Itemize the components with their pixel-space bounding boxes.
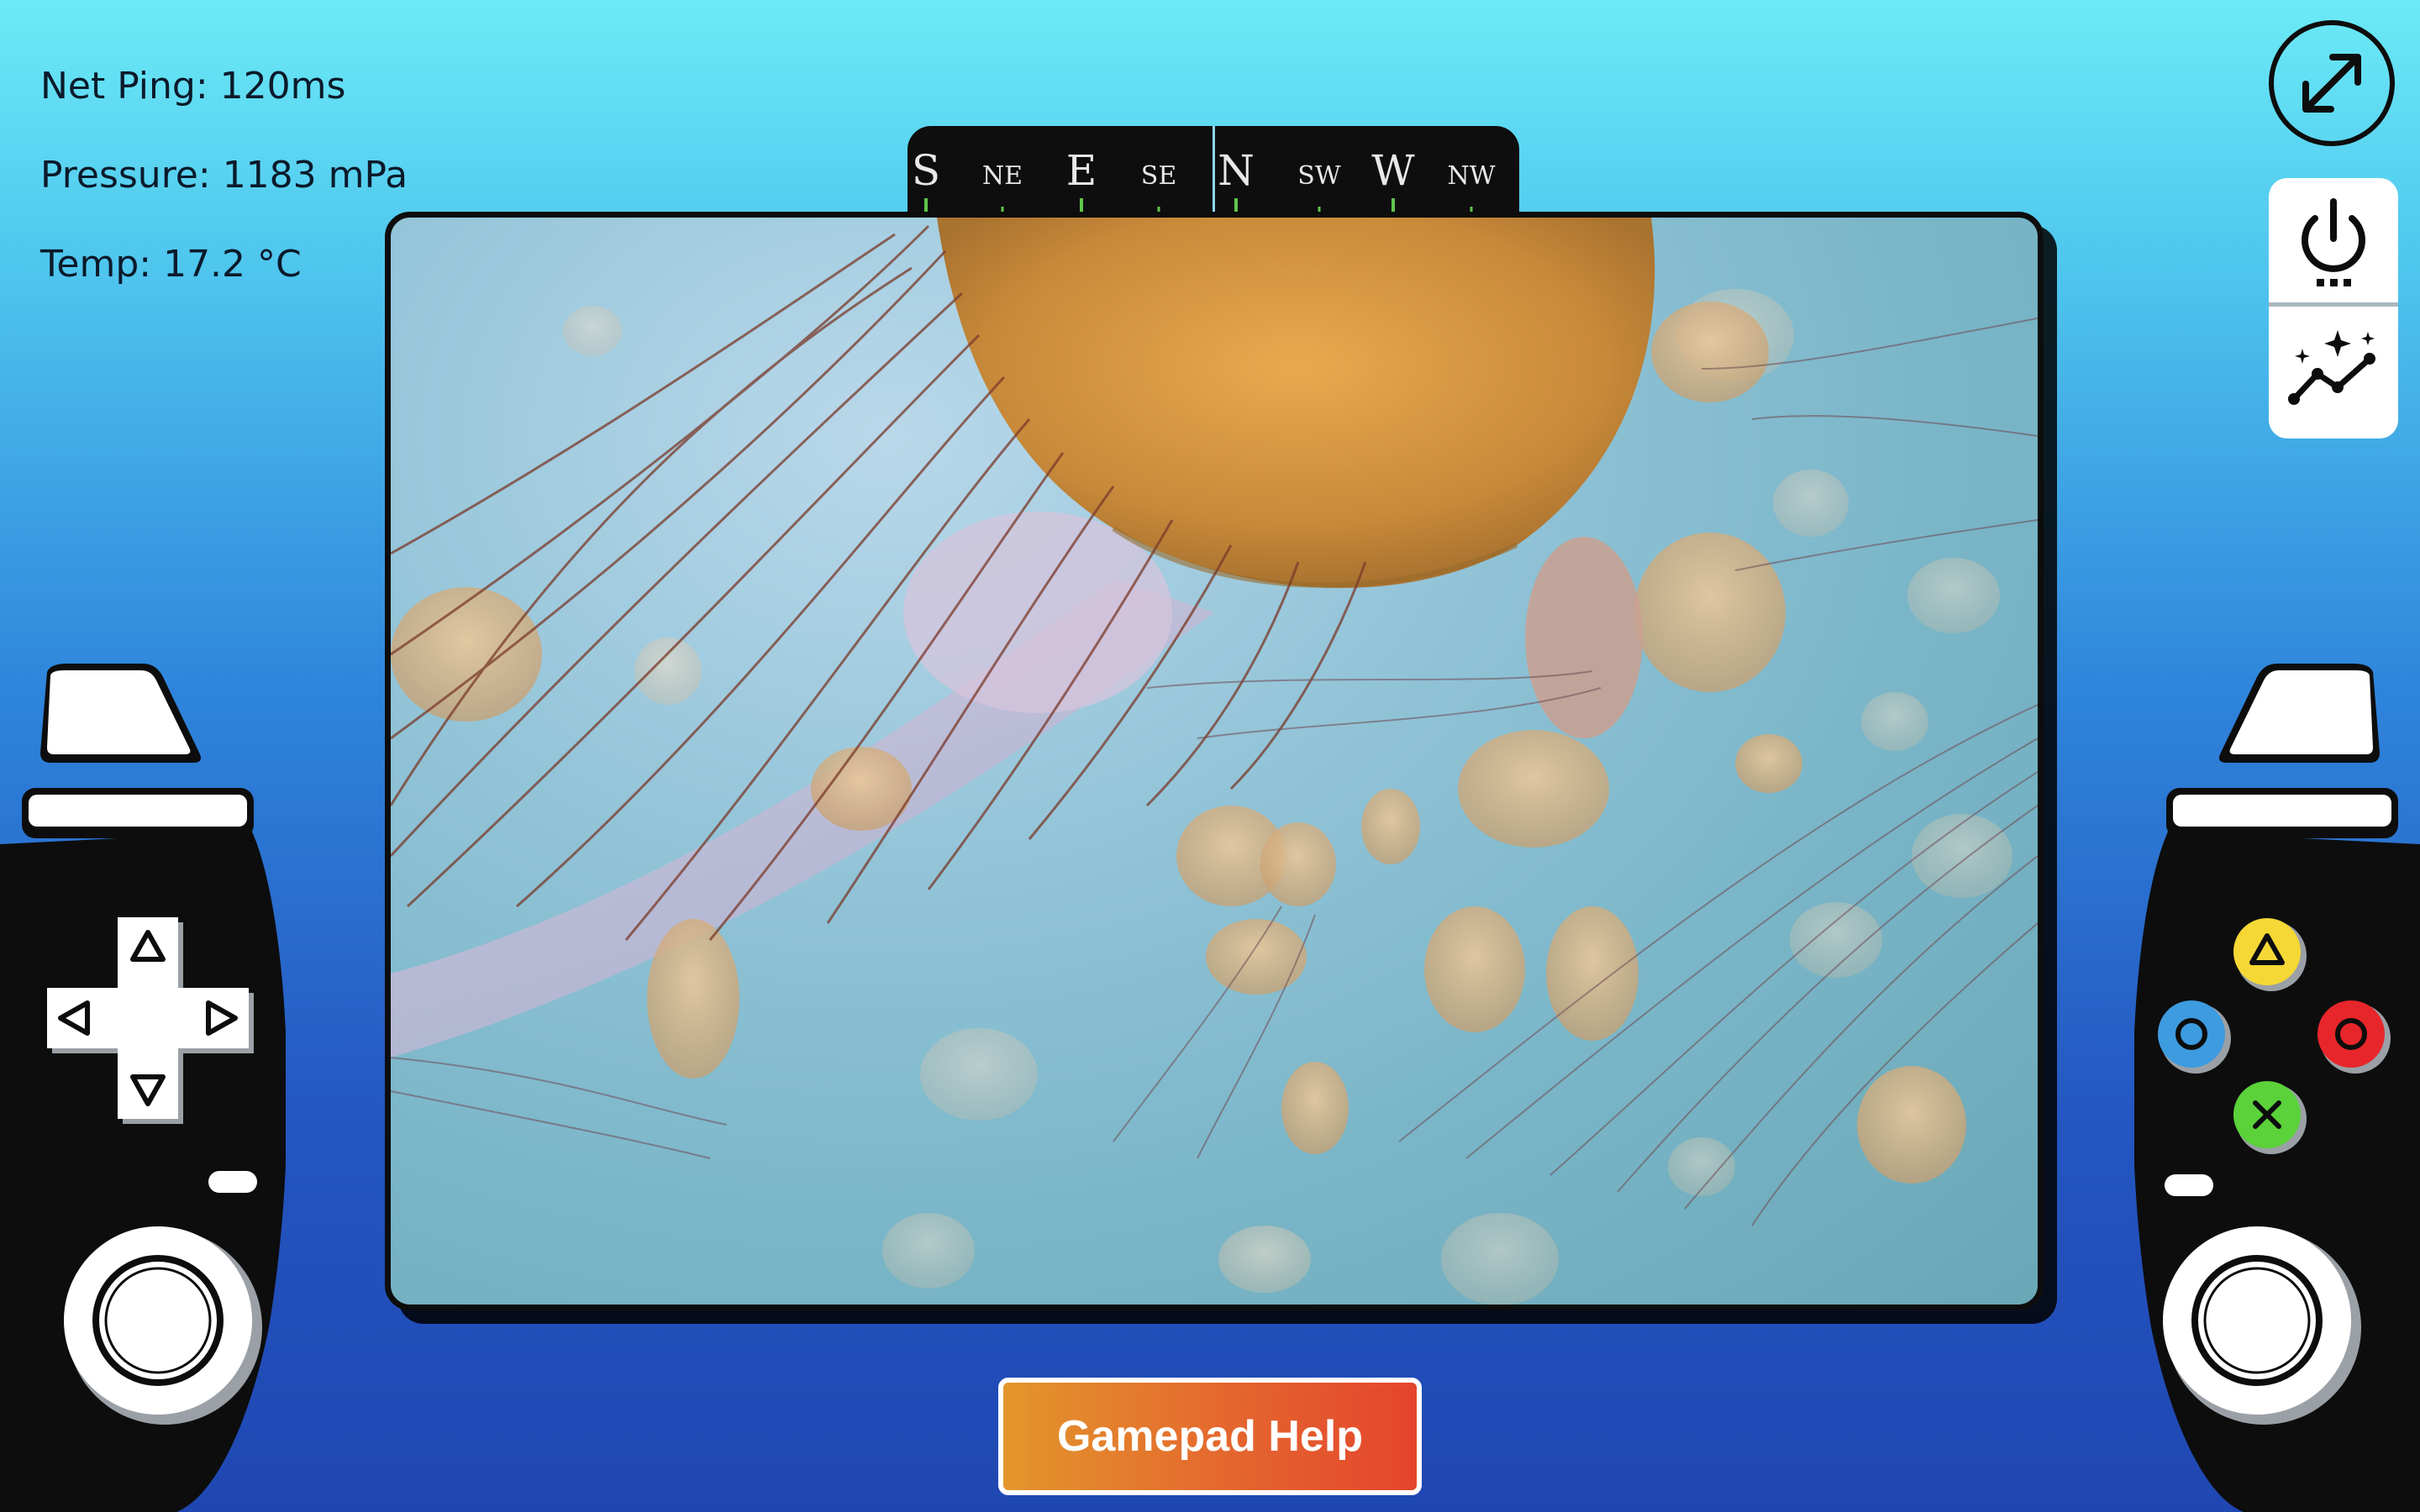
- compass-label-ne: NE: [981, 161, 1023, 191]
- compass-label-s: S: [911, 146, 941, 195]
- compass-label-n: N: [1218, 146, 1255, 195]
- jellyfish-scene-image: [391, 218, 2038, 1305]
- left-gamepad-controller: [0, 655, 286, 1512]
- net-ping-readout: Net Ping: 120ms: [40, 65, 346, 108]
- compass-label-se: SE: [1140, 161, 1177, 191]
- fullscreen-button[interactable]: [2269, 20, 2395, 146]
- telemetry-panel: Net Ping: 120ms Pressure: 1183 mPa Temp:…: [40, 42, 408, 309]
- right-trigger[interactable]: [2229, 670, 2373, 754]
- sparkle-line-chart-icon: [2288, 330, 2375, 405]
- compass-label-e: E: [1065, 146, 1097, 195]
- right-gamepad-controller: [2134, 655, 2420, 1512]
- left-bumper[interactable]: [29, 795, 247, 827]
- compass-label-nw: NW: [1447, 161, 1496, 191]
- compass-heading-needle: [1213, 126, 1215, 218]
- pressure-readout: Pressure: 1183 mPa: [40, 154, 408, 197]
- compass-label-w: W: [1371, 146, 1415, 195]
- right-gamepad-graphic: [2134, 664, 2420, 1512]
- temperature-readout: Temp: 17.2 °C: [40, 243, 302, 286]
- power-menu-button[interactable]: [2269, 178, 2398, 302]
- left-trigger[interactable]: [47, 670, 191, 754]
- power-icon: [2302, 198, 2365, 286]
- camera-video-feed[interactable]: [385, 212, 2044, 1310]
- expand-arrows-icon: [2302, 54, 2361, 113]
- gamepad-help-button[interactable]: Gamepad Help: [998, 1378, 1422, 1495]
- side-action-panel: [2269, 178, 2398, 438]
- compass-label-sw: SW: [1297, 161, 1341, 191]
- compass-heading-bar: S NE E SE N SW W NW: [908, 126, 1519, 218]
- left-gamepad-graphic: [0, 664, 286, 1512]
- select-button[interactable]: [208, 1171, 257, 1193]
- right-bumper[interactable]: [2173, 795, 2391, 827]
- charts-button[interactable]: [2269, 307, 2398, 431]
- start-button[interactable]: [2165, 1174, 2213, 1196]
